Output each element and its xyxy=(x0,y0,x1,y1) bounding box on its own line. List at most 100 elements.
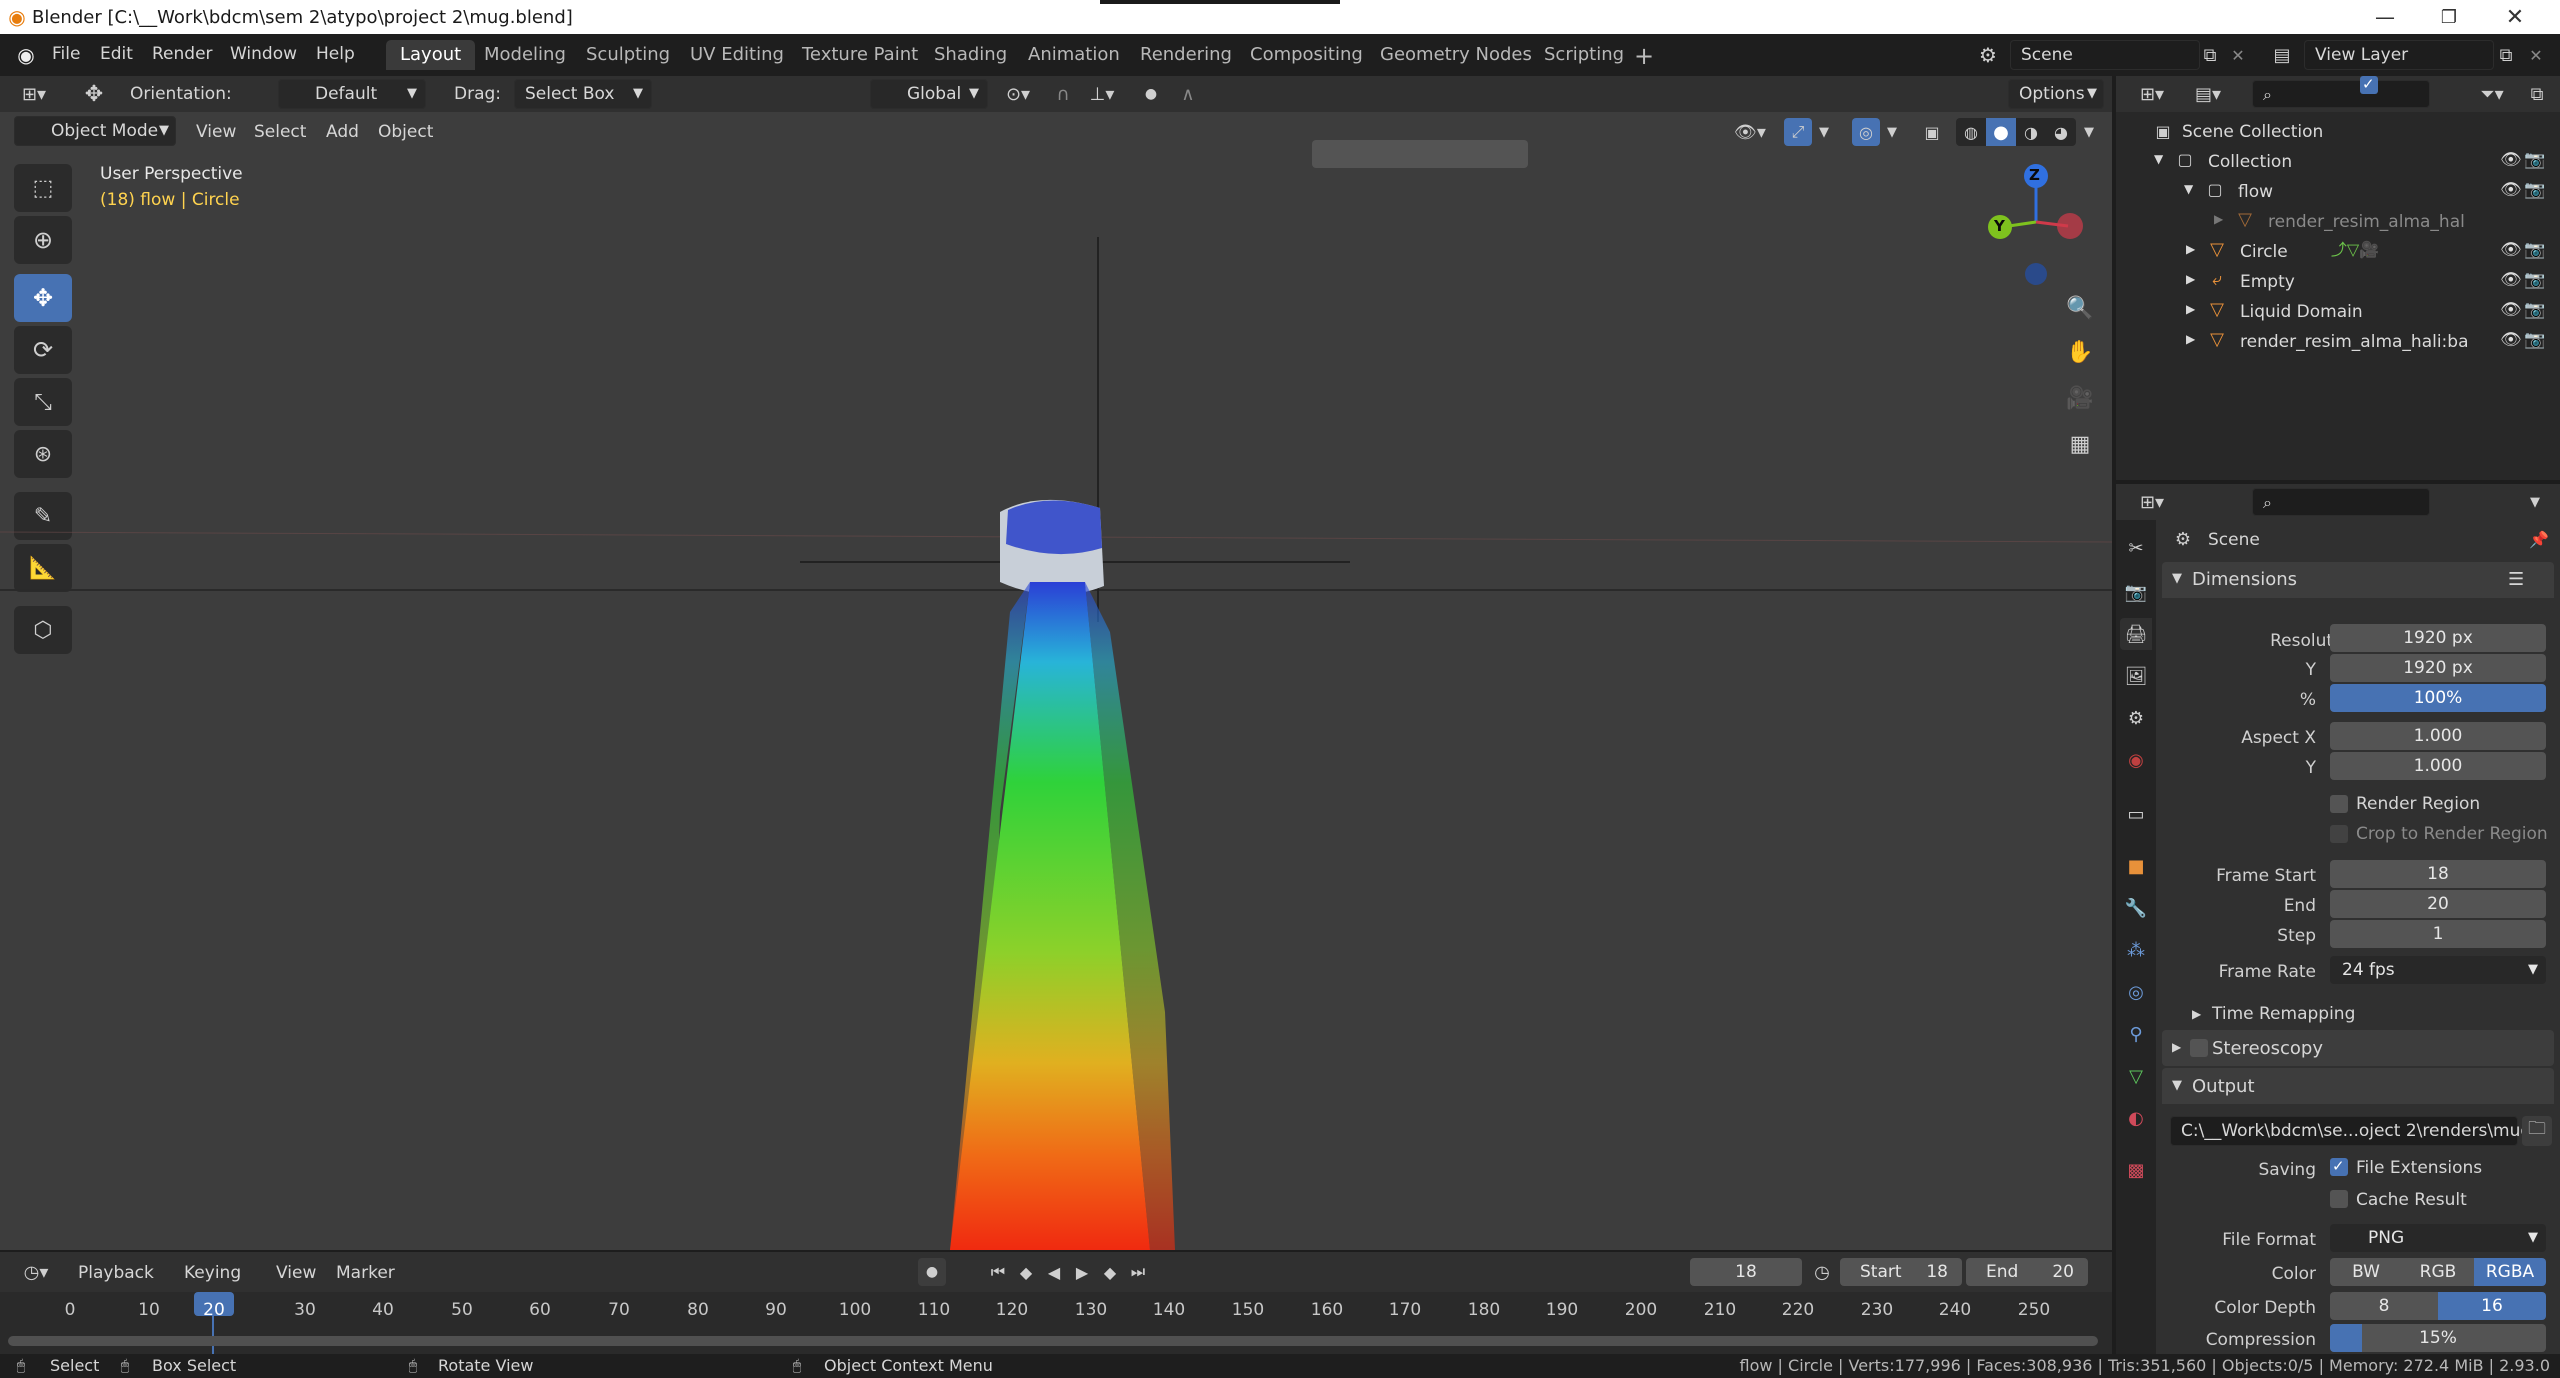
aspect-y-field[interactable]: 1.000 xyxy=(2330,752,2546,780)
zoom-icon[interactable]: 🔍 xyxy=(2062,290,2098,326)
tab-uv-editing[interactable]: UV Editing xyxy=(676,40,798,70)
editor-type-icon[interactable]: ⊞▾ xyxy=(12,79,56,109)
collection-include-checkbox[interactable] xyxy=(2360,75,2378,94)
chevron-down-icon[interactable]: ▼ xyxy=(2520,488,2550,516)
eye-icon[interactable]: 👁 xyxy=(2500,180,2522,200)
compression-slider[interactable]: 15% xyxy=(2330,1324,2546,1352)
color-rgba-button[interactable]: RGBA xyxy=(2474,1258,2546,1286)
expand-icon[interactable]: ▼ xyxy=(2154,152,2163,166)
dimensions-panel-header[interactable]: ▼ Dimensions ☰ xyxy=(2162,562,2554,598)
color-rgb-button[interactable]: RGB xyxy=(2402,1258,2474,1286)
camera-view-icon[interactable]: 🎥 xyxy=(2062,380,2098,416)
expand-icon[interactable]: ▶ xyxy=(2214,212,2223,226)
frame-rate-dropdown[interactable]: 24 fps ▼ xyxy=(2330,956,2546,984)
tab-scripting[interactable]: Scripting xyxy=(1530,40,1638,70)
expand-icon[interactable]: ▶ xyxy=(2186,242,2195,256)
color-bw-button[interactable]: BW xyxy=(2330,1258,2402,1286)
file-format-dropdown[interactable]: PNG ▼ xyxy=(2330,1224,2546,1252)
tab-texture-paint[interactable]: Texture Paint xyxy=(788,40,932,70)
proportional-edit-icon[interactable]: ● xyxy=(1136,79,1166,109)
menu-file[interactable]: File xyxy=(52,46,80,63)
timeline-menu-marker[interactable]: Marker xyxy=(336,1265,395,1282)
outliner-row-liquid-domain[interactable]: Liquid Domain xyxy=(2240,302,2363,322)
gizmo-y-label[interactable]: Y xyxy=(1994,219,2005,234)
menu-window[interactable]: Window xyxy=(230,46,297,63)
perspective-toggle-icon[interactable]: ▦ xyxy=(2062,426,2098,462)
menu-render[interactable]: Render xyxy=(152,46,213,63)
end-frame-field[interactable]: End 20 xyxy=(1966,1258,2088,1286)
tab-compositing[interactable]: Compositing xyxy=(1236,40,1377,70)
new-collection-icon[interactable]: ⧉ xyxy=(2522,80,2552,108)
resolution-x-field[interactable]: 1920 px xyxy=(2330,624,2546,652)
scene-browse-icon[interactable]: ⚙ xyxy=(1968,40,2008,70)
properties-search[interactable]: ⌕ xyxy=(2252,488,2430,516)
camera-icon[interactable]: 📷 xyxy=(2524,180,2545,200)
snap-icon[interactable]: ∩ xyxy=(1048,79,1078,109)
scene-collection-label[interactable]: Scene Collection xyxy=(2182,122,2323,142)
depth-8-button[interactable]: 8 xyxy=(2330,1292,2438,1320)
blender-menu-icon[interactable]: ◉ xyxy=(10,40,42,70)
frame-step-field[interactable]: 1 xyxy=(2330,920,2546,948)
render-tab-icon[interactable]: 📷 xyxy=(2120,576,2152,608)
time-remapping-subpanel[interactable]: Time Remapping xyxy=(2212,1006,2355,1023)
eye-icon[interactable]: 👁 xyxy=(2500,240,2522,260)
delete-view-layer-icon[interactable]: ✕ xyxy=(2522,40,2550,70)
view-layer-tab-icon[interactable]: 🖼 xyxy=(2120,660,2152,692)
camera-icon[interactable]: 📷 xyxy=(2524,330,2545,350)
tab-modeling[interactable]: Modeling xyxy=(470,40,580,70)
snap-target-icon[interactable]: ⊥▾ xyxy=(1080,79,1124,109)
view-layer-browse-icon[interactable]: ▤ xyxy=(2262,40,2302,70)
outliner-row-render-resim[interactable]: render_resim_alma_hal xyxy=(2268,212,2465,232)
depth-16-button[interactable]: 16 xyxy=(2438,1292,2546,1320)
expand-icon[interactable]: ▶ xyxy=(2186,332,2195,346)
world-tab-icon[interactable]: ◉ xyxy=(2120,744,2152,776)
camera-icon[interactable]: 📷 xyxy=(2524,300,2545,320)
timeline-scrollbar[interactable] xyxy=(8,1336,2098,1346)
presets-icon[interactable]: ☰ xyxy=(2508,571,2524,589)
particles-tab-icon[interactable]: ⁂ xyxy=(2120,934,2152,966)
scene-name-field[interactable]: Scene xyxy=(2010,40,2200,70)
constraints-tab-icon[interactable]: ⚲ xyxy=(2120,1018,2152,1050)
expand-icon[interactable]: ▶ xyxy=(2186,302,2195,316)
restore-icon[interactable]: ❐ xyxy=(2426,2,2472,32)
material-tab-icon[interactable]: ◐ xyxy=(2120,1102,2152,1134)
timeline-menu-playback[interactable]: Playback xyxy=(78,1265,154,1282)
outliner-row-render-resim-ba[interactable]: render_resim_alma_hali:ba xyxy=(2240,332,2469,352)
expand-icon[interactable]: ▶ xyxy=(2192,1008,2201,1020)
pan-hand-icon[interactable]: ✋ xyxy=(2062,334,2098,370)
tab-geometry-nodes[interactable]: Geometry Nodes xyxy=(1366,40,1546,70)
falloff-icon[interactable]: ∧ xyxy=(1168,79,1208,109)
properties-editor-type-icon[interactable]: ⊞▾ xyxy=(2130,488,2174,516)
expand-icon[interactable]: ▶ xyxy=(2186,272,2195,286)
resolution-x-field[interactable] xyxy=(1312,140,1528,168)
outliner-row-circle[interactable]: Circle xyxy=(2240,242,2288,262)
tab-sculpting[interactable]: Sculpting xyxy=(572,40,684,70)
close-icon[interactable]: ✕ xyxy=(2490,2,2540,32)
cache-result-checkbox[interactable] xyxy=(2330,1190,2348,1208)
camera-icon[interactable]: 📷 xyxy=(2524,240,2545,260)
output-panel-header[interactable]: ▼ Output xyxy=(2162,1068,2554,1104)
camera-icon[interactable]: 📷 xyxy=(2524,270,2545,290)
play-icon[interactable]: ▶ xyxy=(1068,1258,1096,1286)
outliner-row-flow[interactable]: flow xyxy=(2238,182,2273,202)
tool-tab-icon[interactable]: ✂ xyxy=(2120,532,2152,564)
output-tab-icon[interactable]: 🖨 xyxy=(2120,618,2152,650)
jump-end-icon[interactable]: ⏭ xyxy=(1124,1258,1152,1286)
physics-tab-icon[interactable]: ◎ xyxy=(2120,976,2152,1008)
crop-region-checkbox[interactable] xyxy=(2330,825,2348,843)
output-path-field[interactable]: C:\__Work\bdcm\se...oject 2\renders\mug\ xyxy=(2170,1116,2537,1146)
tab-shading[interactable]: Shading xyxy=(920,40,1021,70)
current-frame-field[interactable]: 18 xyxy=(1690,1258,1802,1286)
start-frame-field[interactable]: Start 18 xyxy=(1840,1258,1962,1286)
orientation-dropdown[interactable]: Default ▼ xyxy=(278,79,426,109)
add-workspace-icon[interactable]: + xyxy=(1630,42,1658,70)
filter-icon[interactable]: ⏷▾ xyxy=(2468,80,2516,108)
camera-icon[interactable]: 📷 xyxy=(2524,150,2545,170)
object-tab-icon[interactable]: ■ xyxy=(2120,850,2152,882)
timeline-editor-type-icon[interactable]: ◷▾ xyxy=(14,1258,58,1286)
drag-dropdown[interactable]: Select Box ▼ xyxy=(514,79,652,109)
resolution-y-field[interactable]: 1920 px xyxy=(2330,654,2546,682)
collection-tab-icon[interactable]: ▭ xyxy=(2120,798,2152,830)
outliner-search[interactable]: ⌕ xyxy=(2252,80,2430,108)
new-view-layer-icon[interactable]: ⧉ xyxy=(2492,40,2520,70)
